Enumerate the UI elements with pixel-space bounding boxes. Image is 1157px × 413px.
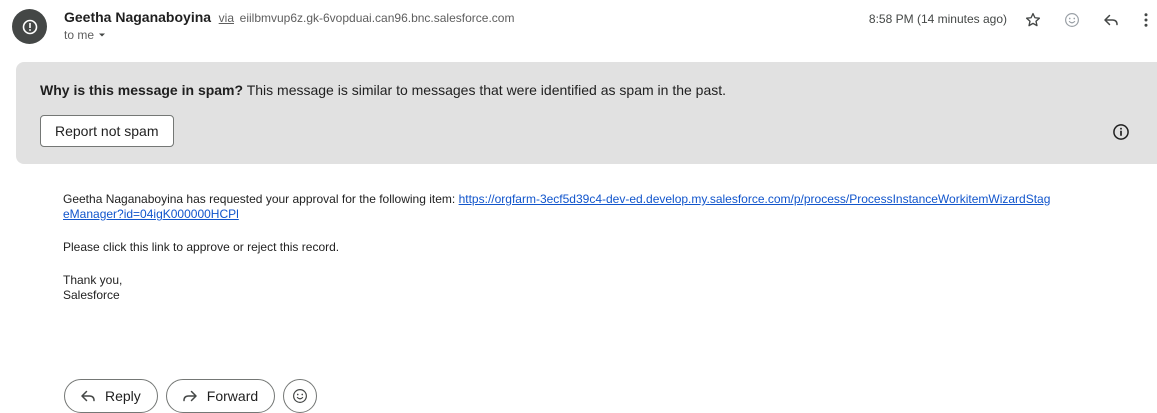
emoji-icon bbox=[1065, 13, 1079, 27]
more-vert-icon bbox=[1144, 13, 1148, 27]
star-button[interactable] bbox=[1022, 9, 1044, 31]
message-instruction: Please click this link to approve or rej… bbox=[63, 240, 340, 254]
spam-explanation: This message is similar to messages that… bbox=[246, 82, 727, 98]
spam-warning-banner: Why is this message in spam? This messag… bbox=[16, 62, 1157, 164]
report-not-spam-button[interactable]: Report not spam bbox=[40, 115, 174, 147]
more-options-button[interactable] bbox=[1135, 9, 1157, 31]
via-link[interactable]: via bbox=[219, 11, 234, 25]
spam-question: Why is this message in spam? bbox=[40, 82, 244, 98]
sender-address: eiilbmvup6z.gk-6vopduai.can96.bnc.salesf… bbox=[239, 11, 515, 25]
message-signature: Salesforce bbox=[63, 288, 120, 302]
reply-button[interactable] bbox=[1100, 9, 1122, 31]
sender-name[interactable]: Geetha Naganaboyina bbox=[64, 9, 211, 25]
spam-alert-icon bbox=[22, 19, 37, 34]
reply-label: Reply bbox=[105, 388, 141, 404]
sender-avatar[interactable] bbox=[12, 9, 47, 44]
message-body: Geetha Naganaboyina has requested your a… bbox=[63, 192, 1053, 303]
emoji-icon bbox=[293, 389, 308, 403]
forward-label: Forward bbox=[206, 388, 259, 404]
sender-line: Geetha Naganaboyina via eiilbmvup6z.gk-6… bbox=[64, 9, 514, 25]
info-icon[interactable] bbox=[1111, 122, 1131, 142]
recipient-details-toggle[interactable]: to me bbox=[64, 28, 108, 42]
forward-icon bbox=[183, 390, 197, 402]
spam-warning-text: Why is this message in spam? This messag… bbox=[40, 82, 726, 98]
star-icon bbox=[1025, 12, 1041, 27]
to-me-label: to me bbox=[64, 28, 95, 42]
reply-icon bbox=[81, 390, 95, 402]
chevron-down-icon bbox=[99, 33, 106, 37]
message-timestamp: 8:58 PM (14 minutes ago) bbox=[868, 12, 1007, 26]
add-reaction-button[interactable] bbox=[1061, 9, 1083, 31]
message-paragraph-request: Geetha Naganaboyina has requested your a… bbox=[63, 192, 1053, 222]
message-closing: Thank you, bbox=[63, 273, 123, 287]
reply-icon bbox=[1104, 14, 1118, 26]
message-intro: Geetha Naganaboyina has requested your a… bbox=[63, 192, 456, 206]
